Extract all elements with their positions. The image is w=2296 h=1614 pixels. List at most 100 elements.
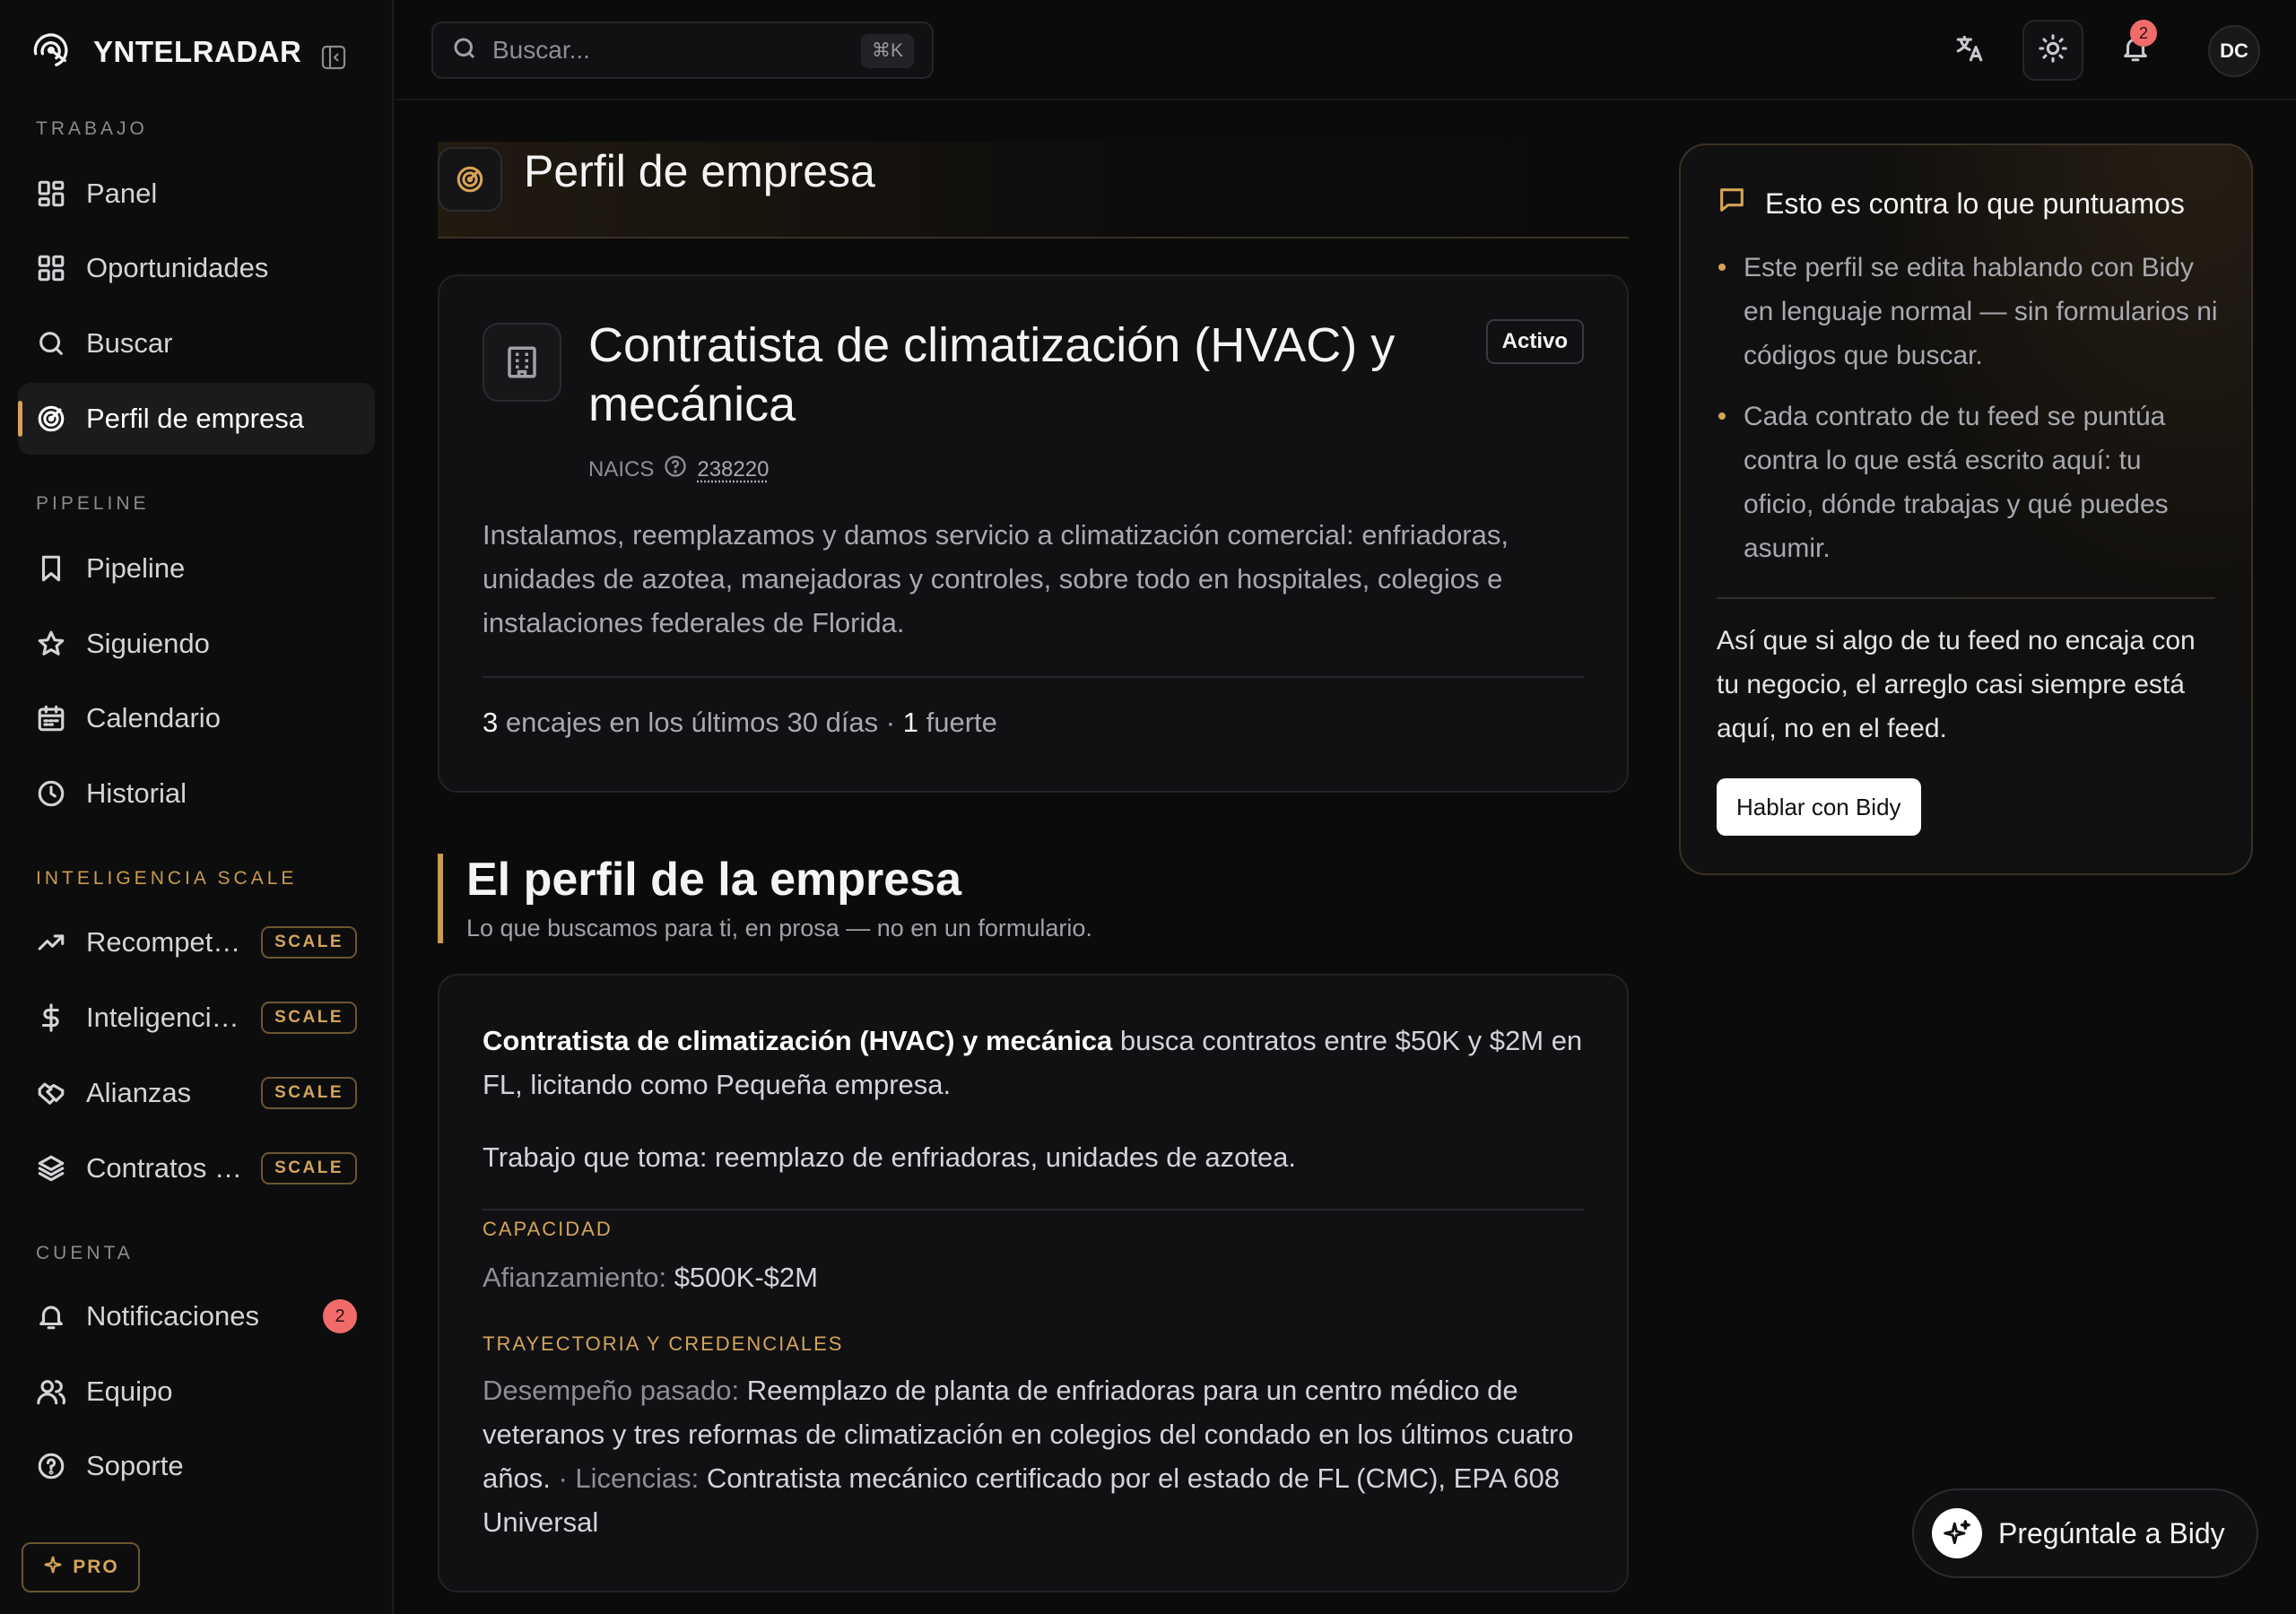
sun-icon (2038, 33, 2068, 68)
sidebar-item-inteligencia-de-precios[interactable]: Inteligencia de precios SCALE (18, 982, 375, 1054)
section-title: El perfil de la empresa (466, 854, 962, 906)
sidebar-item-label: Inteligencia de precios (86, 1002, 248, 1033)
sidebar-item-label: Panel (86, 178, 158, 209)
clock-icon (36, 778, 66, 809)
scale-badge: SCALE (261, 1152, 357, 1184)
sidebar-item-oportunidades[interactable]: Oportunidades (18, 232, 375, 304)
licenses-label: Licencias: (575, 1462, 700, 1494)
grid-icon (36, 253, 66, 283)
bonding-line: Afianzamiento: $500K-$2M (483, 1255, 1595, 1299)
info-footer: Así que si algo de tu feed no encaja con… (1717, 626, 2196, 743)
sidebar-item-label: Pipeline (86, 552, 186, 584)
sparkle-icon (42, 1554, 64, 1581)
brand[interactable]: YNTELRADAR (30, 30, 301, 74)
sidebar-item-pipeline[interactable]: Pipeline (18, 533, 375, 604)
sidebar-item-alianzas[interactable]: Alianzas SCALE (18, 1057, 375, 1129)
sidebar: YNTELRADAR TRABAJO Panel Oportunidades B… (0, 0, 394, 1614)
bell-icon (36, 1301, 66, 1332)
notification-count-badge: 2 (323, 1299, 357, 1333)
sidebar-item-recompetencias[interactable]: Recompetencias SCALE (18, 907, 375, 978)
sidebar-item-notificaciones[interactable]: Notificaciones 2 (18, 1280, 375, 1352)
separator: · (558, 1462, 568, 1494)
profile-section-header: El perfil de la empresa Lo que buscamos … (438, 854, 1092, 943)
translate-icon (1954, 33, 1985, 68)
dashboard-icon (36, 178, 66, 209)
notifications-button[interactable]: 2 (2105, 20, 2166, 81)
sidebar-item-calendario[interactable]: Calendario (18, 682, 375, 754)
avatar[interactable]: DC (2208, 25, 2260, 77)
sidebar-item-equipo[interactable]: Equipo (18, 1356, 375, 1427)
scale-badge: SCALE (261, 926, 357, 959)
sidebar-item-label: Siguiendo (86, 628, 210, 659)
ask-bidy-label: Pregúntale a Bidy (1998, 1516, 2225, 1549)
scale-badge: SCALE (261, 1077, 357, 1109)
sidebar-item-label: Equipo (86, 1375, 173, 1407)
search-placeholder: Buscar... (492, 36, 590, 64)
section-label-trabajo: TRABAJO (36, 118, 148, 139)
sidebar-item-soporte[interactable]: Soporte (18, 1430, 375, 1502)
sidebar-item-panel[interactable]: Panel (18, 158, 375, 230)
ask-bidy-button[interactable]: Pregúntale a Bidy (1912, 1488, 2258, 1578)
radar-icon (438, 147, 502, 212)
bonding-value: $500K-$2M (674, 1262, 818, 1293)
section-label-inteligencia-scale: INTELIGENCIA SCALE (36, 868, 298, 889)
sidebar-item-label: Buscar (86, 327, 173, 359)
scale-badge: SCALE (261, 1002, 357, 1034)
divider (1717, 597, 2215, 599)
handshake-icon (36, 1078, 66, 1108)
profile-work: Trabajo que toma: reemplazo de enfriador… (483, 1141, 1297, 1173)
collapse-sidebar-icon[interactable] (319, 43, 348, 72)
trend-icon (36, 927, 66, 958)
sidebar-item-contratos-principales[interactable]: Contratos principales SCALE (18, 1132, 375, 1204)
sidebar-item-perfil-de-empresa[interactable]: Perfil de empresa (18, 383, 375, 455)
language-button[interactable] (1939, 20, 2000, 81)
sidebar-item-label: Alianzas (86, 1077, 192, 1108)
talk-to-bidy-button[interactable]: Hablar con Bidy (1717, 778, 1921, 836)
sidebar-item-label: Oportunidades (86, 252, 269, 283)
sidebar-item-buscar[interactable]: Buscar (18, 308, 375, 379)
notification-count-badge: 2 (2130, 20, 2157, 47)
search-icon (36, 328, 66, 359)
search-icon (451, 35, 478, 66)
layers-icon (36, 1153, 66, 1184)
sidebar-item-siguiendo[interactable]: Siguiendo (18, 608, 375, 680)
company-title: Contratista de climatización (HVAC) y me… (588, 318, 1396, 431)
naics-info: NAICS 238220 (588, 454, 769, 485)
pro-button[interactable]: PRO (22, 1542, 140, 1592)
profile-lead-bold: Contratista de climatización (HVAC) y me… (483, 1025, 1113, 1056)
scoring-info-panel: Esto es contra lo que puntuamos Este per… (1679, 143, 2253, 875)
past-performance-label: Desempeño pasado: (483, 1375, 740, 1406)
search-shortcut: ⌘K (860, 34, 914, 68)
company-card: Contratista de climatización (HVAC) y me… (438, 274, 1629, 793)
profile-lead: Contratista de climatización (HVAC) y me… (483, 1019, 1595, 1106)
sparkles-icon (1932, 1508, 1982, 1558)
message-icon (1717, 185, 1747, 222)
search-input[interactable]: Buscar... ⌘K (431, 22, 934, 79)
matches-count: 3 (483, 707, 499, 738)
sidebar-item-label: Contratos principales (86, 1152, 248, 1184)
divider (483, 1209, 1584, 1210)
calendar-icon (36, 703, 66, 733)
section-subtitle: Lo que buscamos para ti, en prosa — no e… (466, 915, 1092, 941)
naics-code[interactable]: 238220 (697, 457, 769, 482)
section-label-cuenta: CUENTA (36, 1243, 134, 1263)
status-badge: Activo (1485, 319, 1584, 364)
sidebar-item-label: Notificaciones (86, 1300, 259, 1332)
app-name: YNTELRADAR (93, 35, 302, 68)
info-bullet: Este perfil se edita hablando con Bidy e… (1717, 246, 2219, 377)
track-record-text: Desempeño pasado: Reemplazo de planta de… (483, 1368, 1595, 1544)
help-icon[interactable] (663, 454, 688, 485)
divider (483, 676, 1584, 678)
track-record-label: TRAYECTORIA Y CREDENCIALES (483, 1332, 844, 1355)
sidebar-item-label: Calendario (86, 702, 221, 733)
star-icon (36, 629, 66, 659)
strong-count: 1 (902, 707, 918, 738)
bookmark-icon (36, 553, 66, 584)
users-icon (36, 1376, 66, 1407)
company-description: Instalamos, reemplazamos y damos servici… (483, 519, 1509, 638)
sidebar-item-historial[interactable]: Historial (18, 758, 375, 829)
topbar: Buscar... ⌘K 2 DC (396, 0, 2296, 100)
building-icon (483, 323, 561, 402)
sidebar-item-label: Historial (86, 777, 187, 809)
theme-toggle-button[interactable] (2022, 20, 2083, 81)
